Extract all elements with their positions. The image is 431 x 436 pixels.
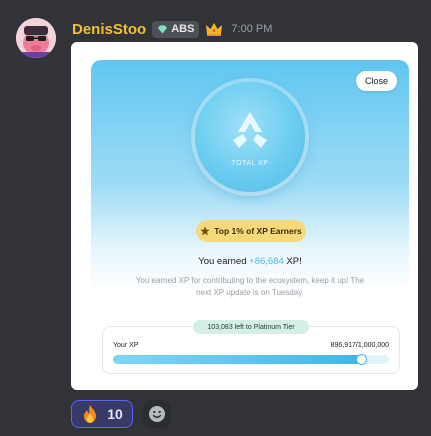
smiley-icon <box>149 406 165 422</box>
close-button[interactable]: Close <box>355 71 397 91</box>
total-xp-coin: TOTAL XP <box>195 82 305 192</box>
top-earners-badge: Top 1% of XP Earners <box>196 220 306 242</box>
role-tag-label: ABS <box>171 23 195 35</box>
gem-icon <box>158 25 168 33</box>
add-reaction-button[interactable] <box>143 400 171 428</box>
earned-suffix: XP! <box>283 256 302 267</box>
role-tag[interactable]: ABS <box>152 20 200 38</box>
earned-prefix: You earned <box>198 256 250 267</box>
xp-progress-card: 103,083 left to Platinum Tier Your XP 89… <box>102 320 400 374</box>
timestamp: 7:00 PM <box>231 23 273 35</box>
abstract-logo-icon <box>233 112 267 148</box>
fire-icon <box>84 405 97 423</box>
username[interactable]: DenisStoo <box>72 21 146 38</box>
avatar[interactable] <box>16 18 56 58</box>
crown-icon <box>205 21 223 37</box>
xp-value: 896,917/1,000,000 <box>330 342 389 349</box>
xp-progress-track <box>113 354 389 365</box>
earned-amount: +86,684 <box>249 256 284 267</box>
image-embed[interactable]: Close TOTAL XP Top 1% of XP Earners You … <box>71 42 418 390</box>
xp-modal: Close TOTAL XP Top 1% of XP Earners You … <box>91 60 409 390</box>
star-icon <box>200 226 210 236</box>
xp-progress-fill <box>113 355 361 364</box>
reaction-count: 10 <box>107 406 123 422</box>
pink-character-avatar-icon <box>16 18 56 58</box>
message-header: DenisStoo ABS 7:00 PM <box>72 19 272 39</box>
description: You earned XP for contributing to the ec… <box>135 276 365 297</box>
your-xp-label: Your XP <box>113 342 139 349</box>
earned-line: You earned +86,684 XP! <box>91 256 409 267</box>
fire-reaction-button[interactable]: 10 <box>71 400 133 428</box>
xp-progress-knob <box>355 354 367 365</box>
badge-text: Top 1% of XP Earners <box>214 226 302 236</box>
tier-remaining-pill: 103,083 left to Platinum Tier <box>193 320 309 334</box>
coin-label: TOTAL XP <box>231 160 269 167</box>
